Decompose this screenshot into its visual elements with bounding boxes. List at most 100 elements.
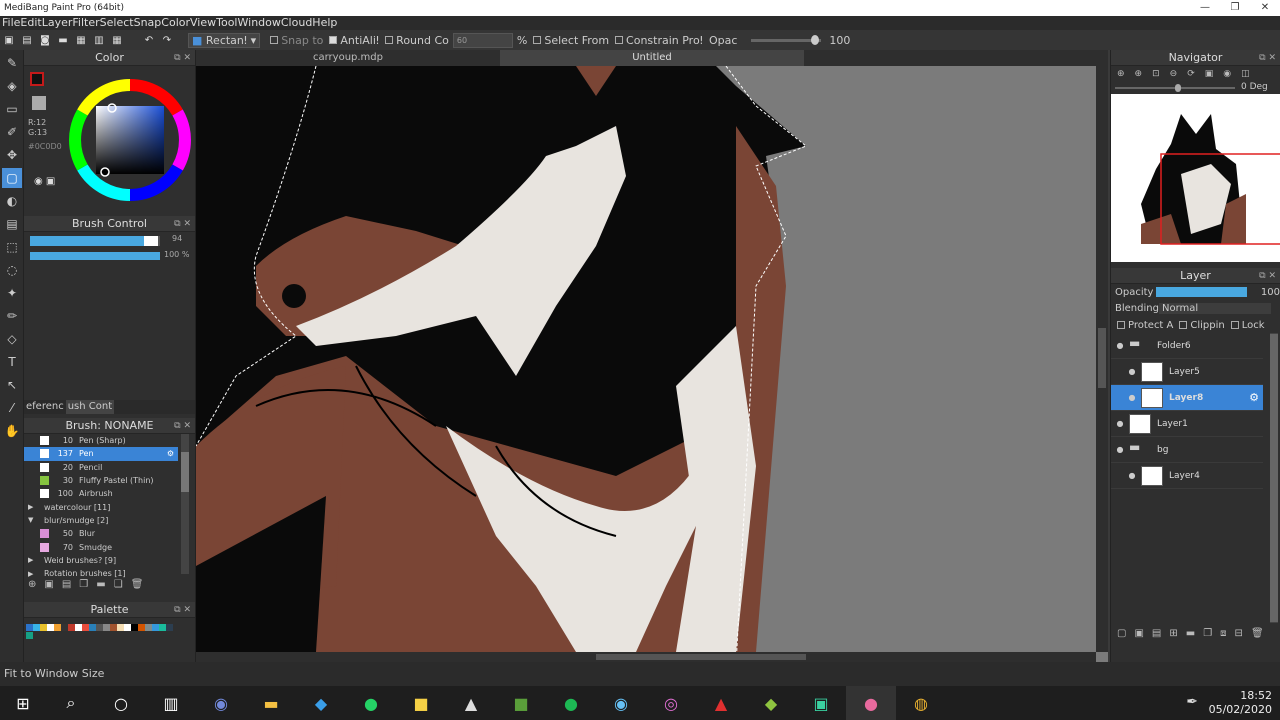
hand-tool-icon[interactable]: ✋ [2,421,22,441]
layer-row[interactable]: ● Layer1 [1111,411,1263,437]
antialias-checkbox[interactable] [329,36,338,44]
palette-swatch[interactable] [33,624,40,631]
fill-icon[interactable]: ▦ [73,33,89,47]
palette-swatch[interactable] [131,624,138,631]
color-wheel[interactable] [68,78,192,202]
zoom-in-icon[interactable]: ⊕ [1117,69,1125,79]
artwork-canvas[interactable] [196,66,1108,652]
layer-row[interactable]: ● Layer4 [1111,463,1263,489]
text-tool-icon[interactable]: T [2,352,22,372]
snap-checkbox[interactable] [270,36,279,44]
panel-close-icon[interactable]: ⧉ ✕ [174,418,191,434]
select-mode-dropdown[interactable]: ■ Rectanǃ ▾ [188,32,261,48]
visibility-eye-icon[interactable]: ● [1127,393,1137,402]
zoom-in2-icon[interactable]: ⊕ [1135,69,1143,79]
menu-view[interactable]: View [190,16,216,30]
palette-swatch[interactable] [68,624,75,631]
layer-row[interactable]: ● ▬ bg [1111,437,1263,463]
menu-file[interactable]: File [2,16,20,30]
tab-brush-control[interactable]: ush Cont [65,400,115,414]
visibility-eye-icon[interactable]: ● [1115,419,1125,428]
palette-swatch[interactable] [89,624,96,631]
spotify-icon[interactable]: ● [546,686,596,720]
menu-select[interactable]: Select [100,16,134,30]
stack-icon[interactable]: ◆ [746,686,796,720]
rectangle-tool-icon[interactable]: ▭ [2,99,22,119]
palette-swatch[interactable] [40,624,47,631]
panel-close-icon[interactable]: ⧉ ✕ [174,216,191,232]
panel-close-icon[interactable]: ⧉ ✕ [174,50,191,66]
brush-settings-gear-icon[interactable]: ⚙ [167,449,174,458]
chevron-right-icon[interactable]: ▶ [28,503,40,511]
protect-alpha-checkbox[interactable] [1117,321,1125,329]
brush-item[interactable]: 100 Airbrush [24,487,178,500]
visibility-eye-icon[interactable]: ● [1115,341,1125,350]
krita-icon[interactable]: ◎ [646,686,696,720]
notes-icon[interactable]: ■ [396,686,446,720]
lock-checkbox[interactable] [1230,321,1239,329]
menu-edit[interactable]: Edit [20,16,41,30]
menu-layer[interactable]: Layer [42,16,73,30]
visibility-eye-icon[interactable]: ● [1127,471,1137,480]
windows-start-icon[interactable]: ⊞ [0,686,46,720]
menu-cloud[interactable]: Cloud [281,16,312,30]
palette-swatch[interactable] [61,624,68,631]
chrome-icon[interactable]: ◍ [896,686,946,720]
search-icon[interactable]: ⌕ [46,686,96,720]
pen-tray-icon[interactable]: ✒ [1186,694,1198,710]
select-tool-icon[interactable]: ⬚ [2,237,22,257]
brush-group[interactable]: ▼ blur/smudge [2] [24,514,178,527]
layer-row[interactable]: ● Layer5 [1111,359,1263,385]
whatsapp-icon[interactable]: ● [346,686,396,720]
palette-swatch[interactable] [47,624,54,631]
menu-filter[interactable]: Filter [72,16,99,30]
tab-carryoup[interactable]: carryoup.mdp [196,50,500,66]
blending-dropdown[interactable]: Normal [1159,303,1271,314]
merge-layer-icon[interactable]: ⧈ [1220,628,1226,639]
visibility-eye-icon[interactable]: ● [1115,445,1125,454]
operation-tool-icon[interactable]: ↖ [2,375,22,395]
layer-settings-icon[interactable]: ⊞ [1169,628,1177,639]
menu-tool[interactable]: Tool [216,16,237,30]
gradient-tool-icon[interactable]: ▤ [2,214,22,234]
eraser-select-tool-icon[interactable]: ◇ [2,329,22,349]
visibility-eye-icon[interactable]: ● [1127,367,1137,376]
color-mode-icon[interactable]: ◉ ▣ [34,176,55,187]
background-color-swatch[interactable] [32,96,46,110]
palette-swatch[interactable] [138,624,145,631]
save-icon[interactable]: ◙ [37,33,53,47]
move-tool-icon[interactable]: ✥ [2,145,22,165]
clipping-checkbox[interactable] [1179,321,1188,329]
palette-swatch[interactable] [152,624,159,631]
delete-layer-icon[interactable]: 🗑 [1251,628,1264,639]
maximize-button[interactable]: ❐ [1220,0,1250,16]
gamepad-icon[interactable]: ▣ [796,686,846,720]
menu-help[interactable]: Help [312,16,337,30]
brush-size-slider[interactable] [30,236,160,246]
cortana-icon[interactable]: ○ [96,686,146,720]
brush-group[interactable]: ▶ Rotation brushes [1] [24,567,178,580]
brush-group[interactable]: ▶ watercolour [11] [24,500,178,513]
eraser-tool-icon[interactable]: ◈ [2,76,22,96]
new-layer3-icon[interactable]: ▤ [1152,628,1161,639]
navigator-preview[interactable] [1111,94,1280,262]
brush-item[interactable]: 10 Pen (Sharp) [24,434,178,447]
new-file-icon[interactable]: ▣ [1,33,17,47]
brush-item[interactable]: 20 Pencil [24,461,178,474]
round-corner-checkbox[interactable] [385,36,394,44]
brush-item[interactable]: 70 Smudge [24,540,178,553]
menu-snap[interactable]: Snap [134,16,162,30]
bucket-tool-icon[interactable]: ◐ [2,191,22,211]
tab-reference[interactable]: eferenc [24,400,66,414]
pen-tool-icon[interactable]: ✎ [2,53,22,73]
palette-swatch[interactable] [110,624,117,631]
layer-opacity-slider[interactable] [1156,287,1247,297]
panel-close-icon[interactable]: ⧉ ✕ [1259,50,1276,66]
game-icon[interactable]: ▲ [696,686,746,720]
foreground-color-swatch[interactable] [30,72,44,86]
rotate-icon[interactable]: ⟳ [1187,69,1195,79]
palette-swatch[interactable] [124,624,131,631]
minecraft-icon[interactable]: ■ [496,686,546,720]
select-pen-tool-icon[interactable]: ✏ [2,306,22,326]
vertical-scrollbar[interactable] [1096,66,1108,652]
